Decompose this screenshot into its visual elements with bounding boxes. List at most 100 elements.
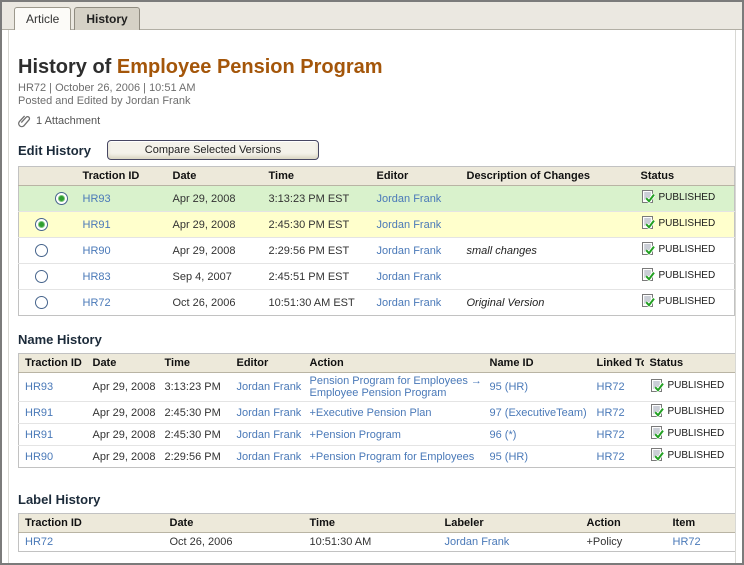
time-cell: 2:29:56 PM <box>159 446 231 468</box>
traction-id-link[interactable]: HR72 <box>25 536 53 548</box>
col-time: Time <box>304 514 439 533</box>
col-linked-to: Linked To <box>591 354 644 373</box>
description-cell: small changes <box>467 245 537 257</box>
date-cell: Oct 26, 2006 <box>164 533 304 552</box>
status-label: PUBLISHED <box>668 450 725 461</box>
editor-link[interactable]: Jordan Frank <box>237 381 302 393</box>
time-cell: 10:51:30 AM EST <box>263 290 371 316</box>
edit-history-row: HR91 Apr 29, 2008 2:45:30 PM EST Jordan … <box>19 212 735 238</box>
linked-to-link[interactable]: HR72 <box>597 429 625 441</box>
editor-link[interactable]: Jordan Frank <box>377 245 442 257</box>
item-link[interactable]: HR72 <box>673 536 701 548</box>
name-history-row: HR91 Apr 29, 2008 2:45:30 PM Jordan Fran… <box>19 402 737 424</box>
published-icon <box>650 448 664 462</box>
status-label: PUBLISHED <box>668 428 725 439</box>
editor-link[interactable]: Jordan Frank <box>377 193 442 205</box>
traction-id-link[interactable]: HR90 <box>83 245 111 257</box>
paperclip-icon <box>18 114 31 128</box>
name-id-link[interactable]: 96 (*) <box>490 429 517 441</box>
traction-id-link[interactable]: HR83 <box>83 271 111 283</box>
col-name-id: Name ID <box>484 354 591 373</box>
date-cell: Apr 29, 2008 <box>87 373 159 402</box>
col-item: Item <box>667 514 737 533</box>
name-id-link[interactable]: 95 (HR) <box>490 451 529 463</box>
status-label: PUBLISHED <box>659 192 716 203</box>
action-link[interactable]: +Pension Program <box>310 429 401 441</box>
radio-column-header <box>19 167 77 186</box>
traction-id-link[interactable]: HR91 <box>25 429 53 441</box>
title-article-name: Employee Pension Program <box>117 56 383 78</box>
published-icon <box>650 404 664 418</box>
traction-id-link[interactable]: HR72 <box>83 297 111 309</box>
status-label: PUBLISHED <box>659 218 716 229</box>
col-time: Time <box>159 354 231 373</box>
name-id-link[interactable]: 95 (HR) <box>490 381 529 393</box>
page-title: History of Employee Pension Program <box>18 56 726 79</box>
history-window: Article History History of Employee Pens… <box>0 0 744 565</box>
date-cell: Apr 29, 2008 <box>87 424 159 446</box>
label-history-table: Traction ID Date Time Labeler Action Ite… <box>18 513 736 552</box>
version-radio[interactable] <box>35 244 48 257</box>
traction-id-link[interactable]: HR93 <box>25 381 53 393</box>
name-id-link[interactable]: 97 (ExecutiveTeam) <box>490 407 587 419</box>
tab-bar: Article History <box>2 2 742 30</box>
article-byline: Posted and Edited by Jordan Frank <box>18 95 726 108</box>
name-history-table: Traction ID Date Time Editor Action Name… <box>18 353 736 468</box>
traction-id-link[interactable]: HR91 <box>25 407 53 419</box>
edit-history-row: HR83 Sep 4, 2007 2:45:51 PM EST Jordan F… <box>19 264 735 290</box>
editor-link[interactable]: Jordan Frank <box>377 219 442 231</box>
linked-to-link[interactable]: HR72 <box>597 407 625 419</box>
published-icon <box>641 268 655 282</box>
published-icon <box>641 242 655 256</box>
col-editor: Editor <box>371 167 461 186</box>
time-cell: 3:13:23 PM EST <box>263 186 371 212</box>
col-labeler: Labeler <box>439 514 581 533</box>
label-history-header-row: Traction ID Date Time Labeler Action Ite… <box>19 514 737 533</box>
tab-history-label: History <box>86 12 127 26</box>
action-link[interactable]: +Executive Pension Plan <box>310 407 432 419</box>
traction-id-link[interactable]: HR93 <box>83 193 111 205</box>
editor-link[interactable]: Jordan Frank <box>377 297 442 309</box>
action-link[interactable]: Pension Program for Employees →Employee … <box>310 375 478 399</box>
action-link[interactable]: +Pension Program for Employees <box>310 451 475 463</box>
labeler-link[interactable]: Jordan Frank <box>445 536 510 548</box>
name-history-row: HR91 Apr 29, 2008 2:45:30 PM Jordan Fran… <box>19 424 737 446</box>
col-traction-id: Traction ID <box>19 354 87 373</box>
published-icon <box>650 426 664 440</box>
date-cell: Apr 29, 2008 <box>167 238 263 264</box>
tab-article[interactable]: Article <box>14 7 71 30</box>
description-cell: Original Version <box>467 297 545 309</box>
editor-link[interactable]: Jordan Frank <box>237 451 302 463</box>
version-radio[interactable] <box>35 270 48 283</box>
time-cell: 2:29:56 PM EST <box>263 238 371 264</box>
version-radio[interactable] <box>55 192 68 205</box>
status-label: PUBLISHED <box>659 244 716 255</box>
date-cell: Sep 4, 2007 <box>167 264 263 290</box>
title-prefix: History of <box>18 56 117 78</box>
tab-history[interactable]: History <box>74 7 139 30</box>
status-label: PUBLISHED <box>659 270 716 281</box>
version-radio[interactable] <box>35 218 48 231</box>
edit-history-heading: Edit History <box>18 143 91 158</box>
edit-history-row: HR93 Apr 29, 2008 3:13:23 PM EST Jordan … <box>19 186 735 212</box>
col-traction-id: Traction ID <box>77 167 167 186</box>
editor-link[interactable]: Jordan Frank <box>377 271 442 283</box>
linked-to-link[interactable]: HR72 <box>597 381 625 393</box>
published-icon <box>650 379 664 393</box>
edit-history-row: HR90 Apr 29, 2008 2:29:56 PM EST Jordan … <box>19 238 735 264</box>
linked-to-link[interactable]: HR72 <box>597 451 625 463</box>
edit-history-row: HR72 Oct 26, 2006 10:51:30 AM EST Jordan… <box>19 290 735 316</box>
col-time: Time <box>263 167 371 186</box>
traction-id-link[interactable]: HR91 <box>83 219 111 231</box>
editor-link[interactable]: Jordan Frank <box>237 407 302 419</box>
traction-id-link[interactable]: HR90 <box>25 451 53 463</box>
version-radio[interactable] <box>35 296 48 309</box>
compare-versions-button[interactable]: Compare Selected Versions <box>107 140 319 160</box>
date-cell: Apr 29, 2008 <box>167 186 263 212</box>
col-date: Date <box>167 167 263 186</box>
editor-link[interactable]: Jordan Frank <box>237 429 302 441</box>
attachment-count[interactable]: 1 Attachment <box>36 115 100 127</box>
time-cell: 2:45:51 PM EST <box>263 264 371 290</box>
name-history-header-row: Traction ID Date Time Editor Action Name… <box>19 354 737 373</box>
label-history-heading: Label History <box>18 492 726 507</box>
